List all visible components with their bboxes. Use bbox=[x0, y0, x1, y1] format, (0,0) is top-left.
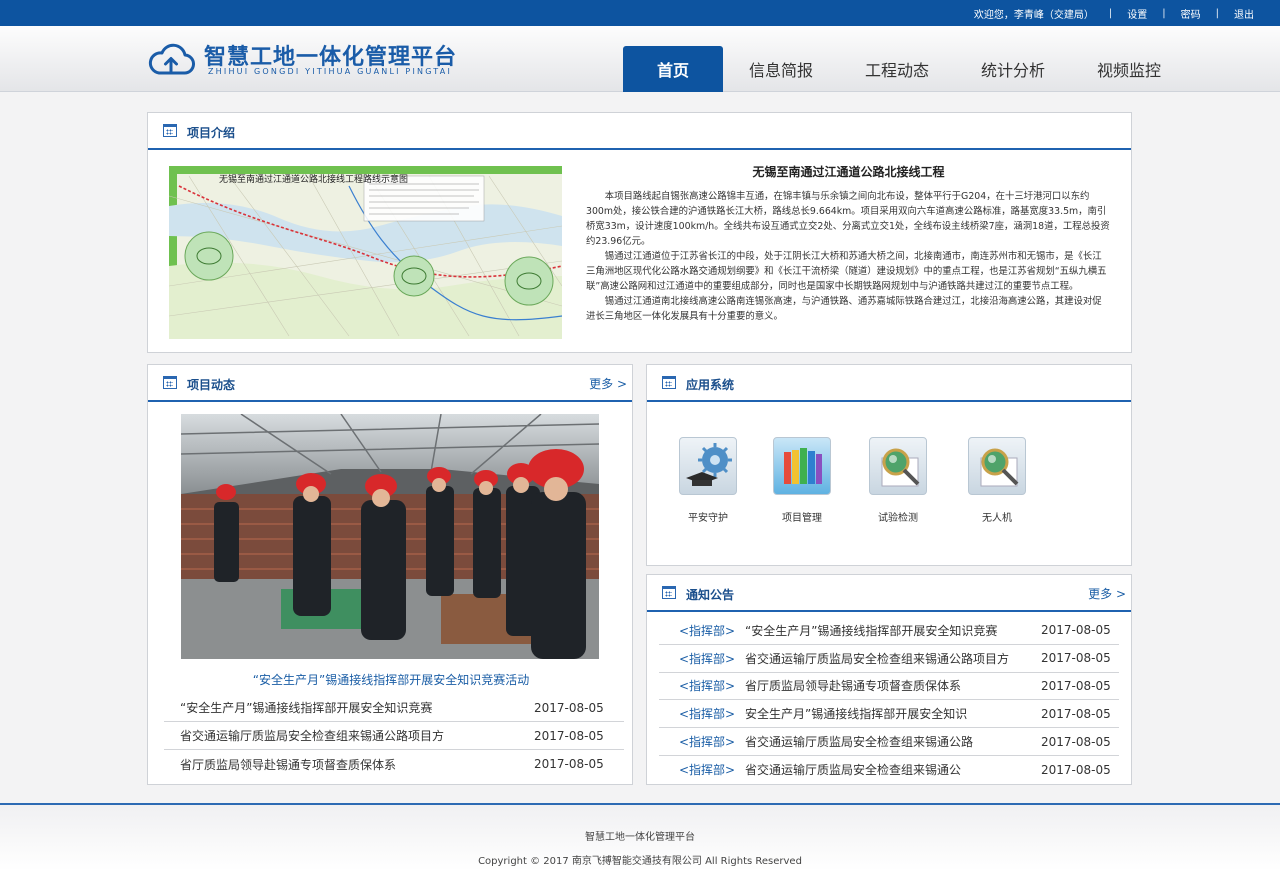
notice-source[interactable]: <指挥部> bbox=[659, 705, 737, 722]
panel-title: 通知公告 bbox=[686, 588, 735, 602]
app-test-inspection[interactable]: 试验检测 bbox=[858, 437, 938, 524]
app-label: 无人机 bbox=[982, 513, 1012, 524]
project-description: 本项目路线起自锡张高速公路锦丰互通，在锦丰镇与乐余镇之间向北布设，整体平行于G2… bbox=[586, 189, 1111, 324]
notice-item[interactable]: <指挥部> 省厅质监局领导赴锡通专项督查质保体系 2017-08-05 bbox=[659, 673, 1119, 701]
drone-magnifier-icon bbox=[968, 437, 1026, 495]
news-title[interactable]: 省交通运输厅质监局安全检查组来锡通公路项目方 bbox=[164, 727, 534, 744]
header: 智慧工地一体化管理平台 ZHIHUI GONGDI YITIHUA GUANLI… bbox=[0, 26, 1280, 92]
notice-item[interactable]: <指挥部> “安全生产月”锡通接线指挥部开展安全知识竞赛 2017-08-05 bbox=[659, 617, 1119, 645]
route-map-image: 无锡至南通过江通道公路北接线工程路线示意图 bbox=[169, 166, 562, 339]
notice-title[interactable]: “安全生产月”锡通接线指挥部开展安全知识竞赛 bbox=[737, 622, 1041, 639]
notice-item[interactable]: <指挥部> 省交通运输厅质监局安全检查组来锡通公路 2017-08-05 bbox=[659, 728, 1119, 756]
news-photo-caption[interactable]: “安全生产月”锡通接线指挥部开展安全知识竞赛活动 bbox=[148, 671, 634, 688]
logout-link[interactable]: 退出 bbox=[1234, 6, 1254, 21]
separator: | bbox=[1215, 7, 1219, 19]
notice-item[interactable]: <指挥部> 省交通运输厅质监局安全检查组来锡通公路项目方 2017-08-05 bbox=[659, 645, 1119, 673]
panel-title: 应用系统 bbox=[686, 378, 735, 392]
settings-link[interactable]: 设置 bbox=[1127, 6, 1147, 21]
notice-date: 2017-08-05 bbox=[1041, 734, 1111, 749]
more-notices-link[interactable]: 更多 > bbox=[1088, 585, 1126, 602]
more-news-link[interactable]: 更多 > bbox=[589, 375, 627, 392]
news-list: “安全生产月”锡通接线指挥部开展安全知识竞赛 2017-08-05 省交通运输厅… bbox=[164, 694, 624, 778]
notice-source[interactable]: <指挥部> bbox=[659, 622, 737, 639]
notice-title[interactable]: 省交通运输厅质监局安全检查组来锡通公 bbox=[737, 761, 1041, 778]
notice-date: 2017-08-05 bbox=[1041, 706, 1111, 721]
footer: 智慧工地一体化管理平台 Copyright © 2017 南京飞搏智能交通技有限… bbox=[0, 803, 1280, 871]
panel-header: 应用系统 bbox=[647, 365, 1131, 402]
news-title[interactable]: 省厅质监局领导赴锡通专项督查质保体系 bbox=[164, 756, 534, 773]
panel-header: 项目介绍 bbox=[148, 113, 1131, 150]
notice-date: 2017-08-05 bbox=[1041, 623, 1111, 638]
app-label: 平安守护 bbox=[688, 513, 728, 524]
news-title[interactable]: “安全生产月”锡通接线指挥部开展安全知识竞赛 bbox=[164, 699, 534, 716]
safety-guard-icon bbox=[679, 437, 737, 495]
news-item[interactable]: 省厅质监局领导赴锡通专项督查质保体系 2017-08-05 bbox=[164, 750, 624, 778]
panel-header: 通知公告 更多 > bbox=[647, 575, 1131, 612]
news-date: 2017-08-05 bbox=[534, 700, 604, 715]
nav-project-news[interactable]: 工程动态 bbox=[839, 46, 955, 92]
footer-platform-name: 智慧工地一体化管理平台 bbox=[585, 832, 695, 843]
route-map-graphic: 无锡至南通过江通道公路北接线工程路线示意图 bbox=[169, 166, 562, 339]
app-label: 试验检测 bbox=[878, 513, 918, 524]
notice-source[interactable]: <指挥部> bbox=[659, 650, 737, 667]
notice-source[interactable]: <指挥部> bbox=[659, 677, 737, 694]
project-intro-panel: 项目介绍 无锡至南通过江通道公路北接线工程路线示意图 无锡至南通过江通道公路北接… bbox=[147, 112, 1132, 353]
test-magnifier-icon bbox=[869, 437, 927, 495]
news-date: 2017-08-05 bbox=[534, 728, 604, 743]
notice-date: 2017-08-05 bbox=[1041, 678, 1111, 693]
notice-title[interactable]: 安全生产月”锡通接线指挥部开展安全知识 bbox=[737, 705, 1041, 722]
calendar-icon bbox=[163, 124, 177, 137]
news-photo[interactable] bbox=[181, 414, 599, 659]
calendar-icon bbox=[662, 586, 676, 599]
password-link[interactable]: 密码 bbox=[1181, 6, 1201, 21]
news-date: 2017-08-05 bbox=[534, 757, 604, 771]
nav-video-monitor[interactable]: 视频监控 bbox=[1071, 46, 1187, 92]
main-nav: 首页 信息简报 工程动态 统计分析 视频监控 bbox=[623, 46, 1187, 92]
app-safety-guard[interactable]: 平安守护 bbox=[668, 437, 748, 524]
news-item[interactable]: 省交通运输厅质监局安全检查组来锡通公路项目方 2017-08-05 bbox=[164, 722, 624, 750]
notice-source[interactable]: <指挥部> bbox=[659, 733, 737, 750]
notice-panel: 通知公告 更多 > <指挥部> “安全生产月”锡通接线指挥部开展安全知识竞赛 2… bbox=[646, 574, 1132, 785]
panel-title: 项目动态 bbox=[187, 378, 236, 392]
footer-copyright: Copyright © 2017 南京飞搏智能交通技有限公司 All Right… bbox=[478, 856, 802, 867]
panel-header: 项目动态 更多 > bbox=[148, 365, 632, 402]
notice-date: 2017-08-05 bbox=[1041, 651, 1111, 666]
cloud-upload-icon bbox=[148, 43, 195, 75]
welcome-text: 欢迎您，李青峰（交建局） bbox=[973, 9, 1094, 21]
notice-title[interactable]: 省厅质监局领导赴锡通专项督查质保体系 bbox=[737, 677, 1041, 694]
platform-pinyin: ZHIHUI GONGDI YITIHUA GUANLI PINGTAI bbox=[208, 67, 453, 76]
description-paragraph: 本项目路线起自锡张高速公路锦丰互通，在锦丰镇与乐余镇之间向北布设，整体平行于G2… bbox=[586, 191, 1110, 247]
panel-title: 项目介绍 bbox=[187, 126, 236, 140]
project-title: 无锡至南通过江通道公路北接线工程 bbox=[752, 165, 945, 179]
calendar-icon bbox=[662, 376, 676, 389]
top-bar: 欢迎您，李青峰（交建局） | 设置 | 密码 | 退出 bbox=[0, 0, 1280, 26]
notice-source[interactable]: <指挥部> bbox=[659, 761, 737, 778]
calendar-icon bbox=[163, 376, 177, 389]
notice-title[interactable]: 省交通运输厅质监局安全检查组来锡通公路 bbox=[737, 733, 1041, 750]
notice-item[interactable]: <指挥部> 省交通运输厅质监局安全检查组来锡通公 2017-08-05 bbox=[659, 756, 1119, 784]
map-title: 无锡至南通过江通道公路北接线工程路线示意图 bbox=[219, 173, 408, 185]
application-systems-panel: 应用系统 平安守护 项目管理 试验检测 无人机 bbox=[646, 364, 1132, 566]
news-item[interactable]: “安全生产月”锡通接线指挥部开展安全知识竞赛 2017-08-05 bbox=[164, 694, 624, 722]
workshop-photo-graphic bbox=[181, 414, 599, 659]
project-books-icon bbox=[773, 437, 831, 495]
app-drone[interactable]: 无人机 bbox=[957, 437, 1037, 524]
logo[interactable]: 智慧工地一体化管理平台 ZHIHUI GONGDI YITIHUA GUANLI… bbox=[147, 40, 477, 80]
separator: | bbox=[1162, 7, 1166, 19]
app-project-management[interactable]: 项目管理 bbox=[762, 437, 842, 524]
project-news-panel: 项目动态 更多 > “安全生产月”锡通接线指挥部开展安全知识竞赛活动 “安全生产… bbox=[147, 364, 633, 785]
nav-info-briefing[interactable]: 信息简报 bbox=[723, 46, 839, 92]
notice-date: 2017-08-05 bbox=[1041, 762, 1111, 777]
notice-list: <指挥部> “安全生产月”锡通接线指挥部开展安全知识竞赛 2017-08-05 … bbox=[659, 617, 1119, 784]
separator: | bbox=[1108, 7, 1113, 19]
description-paragraph: 锡通过江通道南北接线高速公路南连锡张高速，与沪通铁路、通苏嘉城际铁路合建过江，北… bbox=[586, 296, 1102, 322]
nav-home[interactable]: 首页 bbox=[623, 46, 723, 92]
nav-statistics[interactable]: 统计分析 bbox=[955, 46, 1071, 92]
notice-title[interactable]: 省交通运输厅质监局安全检查组来锡通公路项目方 bbox=[737, 650, 1041, 667]
app-label: 项目管理 bbox=[782, 513, 822, 524]
description-paragraph: 锡通过江通道位于江苏省长江的中段，处于江阴长江大桥和苏通大桥之间，北接南通市，南… bbox=[586, 251, 1107, 292]
notice-item[interactable]: <指挥部> 安全生产月”锡通接线指挥部开展安全知识 2017-08-05 bbox=[659, 700, 1119, 729]
